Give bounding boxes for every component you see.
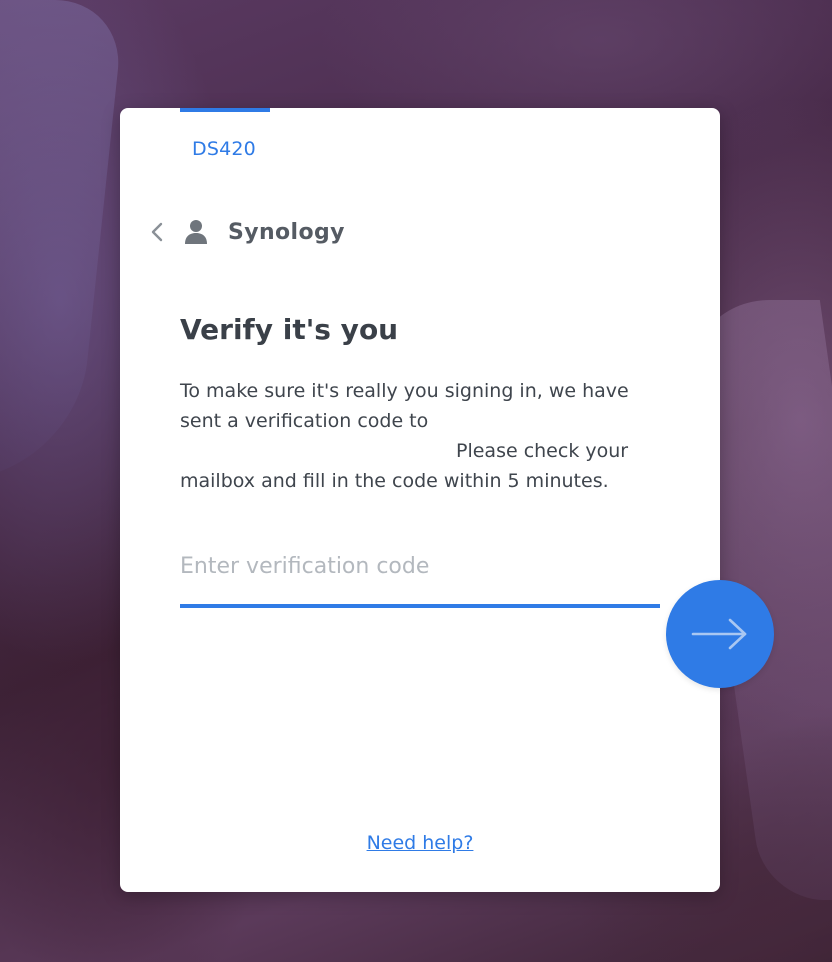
need-help-link[interactable]: Need help?: [367, 832, 474, 854]
verification-code-field: [180, 545, 660, 608]
description-line: To make sure it's really you signing in,…: [180, 380, 629, 402]
device-tab-label[interactable]: DS420: [192, 138, 256, 160]
verification-code-input[interactable]: [180, 545, 660, 587]
account-name: Synology: [228, 219, 345, 245]
description-line: sent a verification code to: [180, 410, 429, 432]
description-line: mailbox and fill in the code within 5 mi…: [180, 470, 609, 492]
next-button[interactable]: [666, 580, 774, 688]
verification-description: To make sure it's really you signing in,…: [180, 376, 660, 496]
arrow-right-icon: [691, 618, 747, 650]
page-title: Verify it's you: [180, 313, 399, 346]
chevron-left-icon: [151, 222, 163, 242]
description-line: Please check your: [456, 440, 629, 462]
user-icon: [184, 219, 208, 245]
wallpaper-streak: [0, 0, 126, 480]
login-card: DS420 Synology Verify it's you To make s…: [120, 108, 774, 892]
back-button[interactable]: [146, 218, 168, 246]
account-row: Synology: [146, 218, 345, 246]
help-row: Need help?: [120, 832, 720, 854]
